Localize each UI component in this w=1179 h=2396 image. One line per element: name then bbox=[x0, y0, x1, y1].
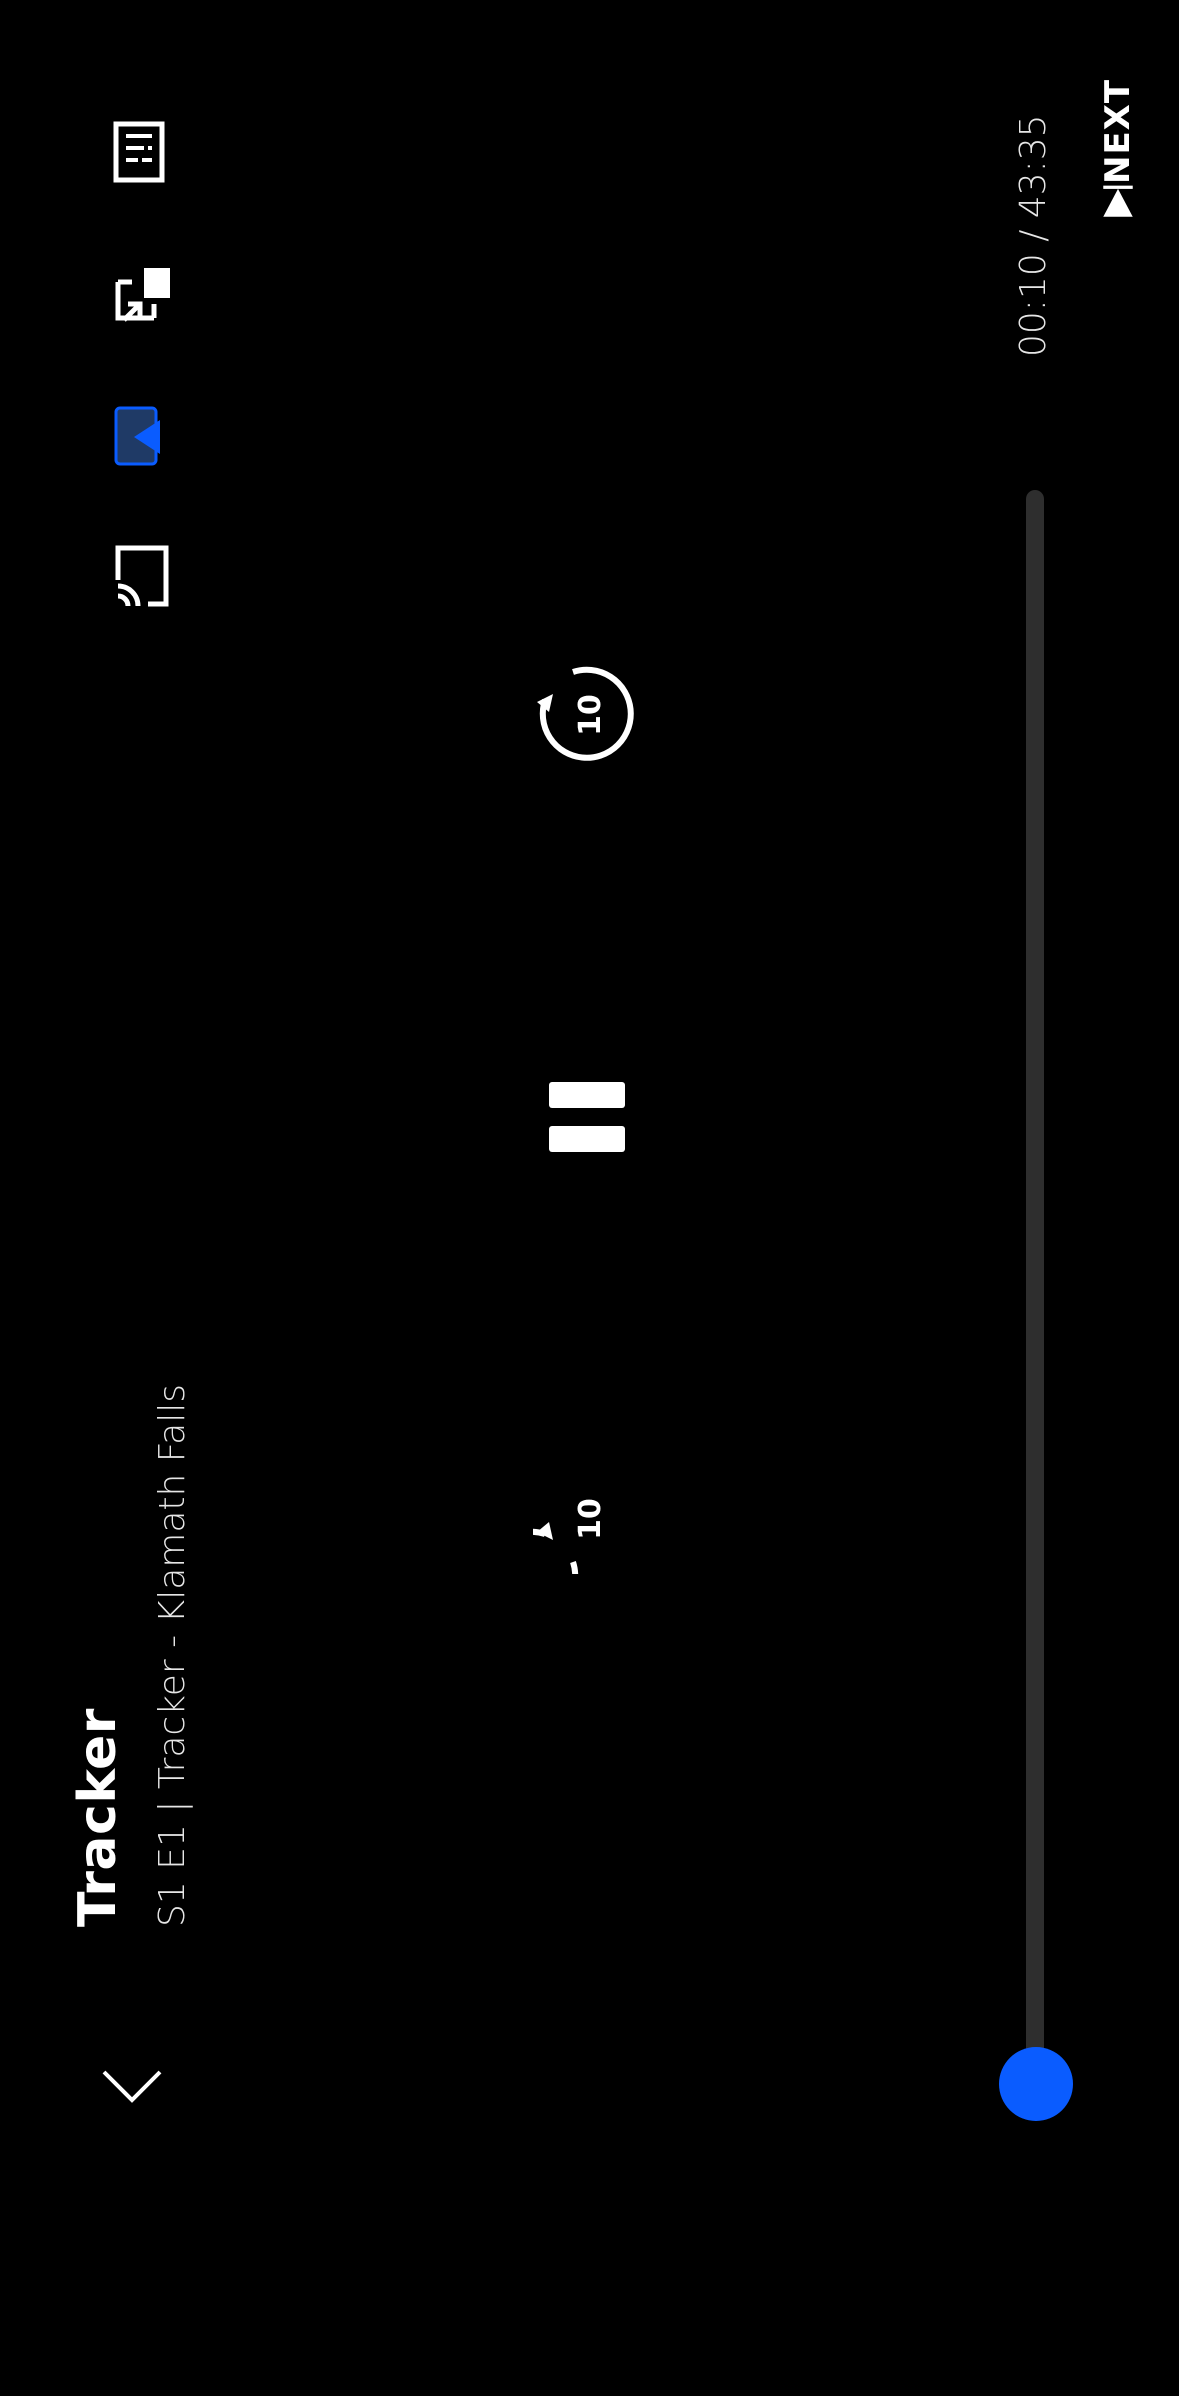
seek-thumb[interactable] bbox=[999, 2046, 1073, 2121]
picture-in-picture-icon[interactable] bbox=[104, 260, 176, 332]
rewind-seconds-label: 10 bbox=[573, 1498, 608, 1540]
cast-icon[interactable] bbox=[104, 540, 176, 612]
back-button[interactable] bbox=[96, 2050, 168, 2122]
episodes-list-icon[interactable] bbox=[104, 116, 176, 188]
episode-subtitle: S1 E1 | Tracker - Klamath Falls bbox=[152, 1383, 193, 1927]
rewind-10-button[interactable]: 10 bbox=[533, 1464, 643, 1574]
time-display: 00:10 / 43:35 bbox=[1013, 114, 1054, 357]
pause-button[interactable] bbox=[539, 1078, 635, 1158]
next-episode-icon bbox=[1103, 185, 1133, 217]
next-label[interactable]: NEXT bbox=[1098, 79, 1138, 184]
show-title: Tracker bbox=[68, 1708, 128, 1927]
chevron-down-icon bbox=[102, 2070, 162, 2103]
forward-10-button[interactable]: 10 bbox=[533, 660, 643, 770]
pause-icon bbox=[549, 1082, 625, 1152]
seek-track[interactable] bbox=[1026, 490, 1044, 2090]
forward-seconds-label: 10 bbox=[573, 694, 608, 736]
brand-logo-icon bbox=[104, 400, 176, 472]
